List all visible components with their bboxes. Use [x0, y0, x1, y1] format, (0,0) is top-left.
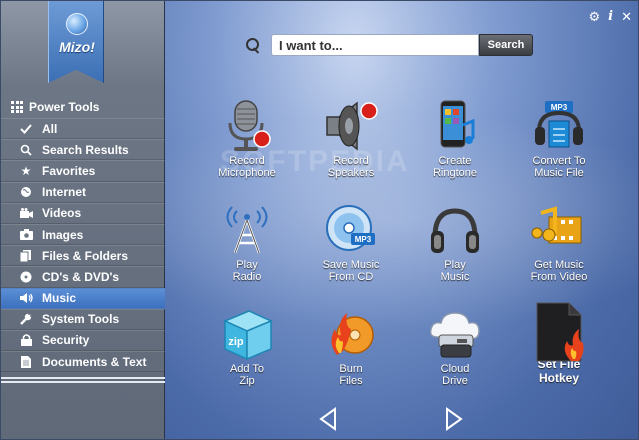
- tile-label: Save Music From CD: [322, 259, 380, 283]
- zip-box-icon: zip: [219, 307, 275, 361]
- sidebar-item-internet[interactable]: Internet: [1, 181, 165, 203]
- tile-convert-to-music-file[interactable]: MP3 Convert To Music File: [507, 99, 611, 203]
- sidebar-item-label: Files & Folders: [42, 248, 129, 263]
- tool-grid: Record Microphone Record Speakers Create…: [195, 99, 625, 411]
- tile-set-file-hotkey[interactable]: Set File Hotkey: [507, 302, 611, 411]
- sidebar-item-label: Security: [42, 333, 90, 348]
- close-icon[interactable]: ✕: [621, 9, 632, 25]
- sidebar-item-system-tools[interactable]: System Tools: [1, 308, 165, 330]
- tile-label: Record Speakers: [327, 155, 375, 179]
- main-panel: ⚙ i ✕ Search SOFTPEDIA: [165, 1, 638, 439]
- power-tools-header: Power Tools: [1, 97, 165, 117]
- tile-record-microphone[interactable]: Record Microphone: [195, 99, 299, 203]
- power-tools-label: Power Tools: [29, 100, 100, 114]
- sidebar: Mizo! Power Tools All Search Results ★ F…: [1, 1, 165, 439]
- category-nav: All Search Results ★ Favorites Internet: [1, 118, 165, 373]
- search-bar: Search: [243, 34, 533, 56]
- star-icon: ★: [20, 163, 32, 178]
- window-toolbar: ⚙ i ✕: [588, 9, 632, 25]
- info-icon[interactable]: i: [608, 9, 613, 25]
- radio-tower-icon: [219, 203, 275, 257]
- tile-get-music-from-video[interactable]: Get Music From Video: [507, 203, 611, 307]
- logo-text: Mizo!: [59, 39, 95, 55]
- next-arrow-icon[interactable]: [443, 407, 465, 431]
- tile-label: Cloud Drive: [440, 363, 470, 387]
- tile-cloud-drive[interactable]: Cloud Drive: [403, 307, 507, 411]
- tile-add-to-zip[interactable]: zip Add To Zip: [195, 307, 299, 411]
- sidebar-item-label: Internet: [42, 185, 87, 200]
- svg-text:zip: zip: [228, 336, 244, 348]
- document-icon: [18, 354, 34, 370]
- wrench-icon: [18, 311, 34, 327]
- tile-play-music[interactable]: Play Music: [403, 203, 507, 307]
- search-icon: [18, 142, 34, 158]
- sidebar-item-label: All: [42, 121, 58, 136]
- tile-label: Create Ringtone: [432, 155, 478, 179]
- search-input[interactable]: [271, 34, 479, 56]
- tile-label: Add To Zip: [229, 363, 265, 387]
- sidebar-item-label: Favorites: [42, 163, 96, 178]
- burn-disc-icon: [323, 307, 379, 361]
- mp3-convert-icon: MP3: [531, 99, 587, 153]
- speaker-icon: [323, 99, 379, 153]
- video-camera-icon: [18, 205, 34, 221]
- tile-create-ringtone[interactable]: Create Ringtone: [403, 99, 507, 203]
- music-film-icon: [531, 203, 587, 257]
- speaker-icon: [18, 290, 34, 306]
- disc-icon: [18, 269, 34, 285]
- gear-icon[interactable]: ⚙: [588, 9, 600, 25]
- sidebar-item-music[interactable]: Music: [1, 287, 165, 309]
- grid-icon: [11, 101, 23, 113]
- phone-icon: [427, 99, 483, 153]
- sidebar-item-label: CD's & DVD's: [42, 269, 120, 284]
- tile-label: Burn Files: [339, 363, 363, 387]
- sidebar-item-label: Videos: [42, 206, 82, 221]
- files-icon: [18, 248, 34, 264]
- sidebar-divider: [1, 377, 165, 383]
- tile-record-speakers[interactable]: Record Speakers: [299, 99, 403, 203]
- sidebar-item-documents-text[interactable]: Documents & Text: [1, 351, 165, 373]
- globe-logo-icon: [66, 13, 88, 35]
- tile-label: Record Microphone: [218, 155, 276, 179]
- search-icon: [243, 36, 261, 54]
- tile-play-radio[interactable]: Play Radio: [195, 203, 299, 307]
- sidebar-item-search-results[interactable]: Search Results: [1, 139, 165, 161]
- app-window: Mizo! Power Tools All Search Results ★ F…: [0, 0, 639, 440]
- svg-text:MP3: MP3: [551, 103, 568, 112]
- svg-text:MP3: MP3: [355, 235, 372, 244]
- tile-label: Convert To Music File: [532, 155, 586, 179]
- logo: Mizo!: [48, 1, 104, 83]
- sidebar-item-label: System Tools: [42, 312, 120, 327]
- sidebar-item-label: Documents & Text: [42, 354, 147, 369]
- sidebar-item-videos[interactable]: Videos: [1, 202, 165, 224]
- headphones-icon: [427, 203, 483, 257]
- cloud-drive-icon: [427, 307, 483, 361]
- sidebar-item-label: Music: [42, 291, 77, 306]
- sidebar-item-images[interactable]: Images: [1, 223, 165, 246]
- globe-icon: [18, 184, 34, 200]
- sidebar-item-security[interactable]: Security: [1, 329, 165, 352]
- check-icon: [18, 121, 34, 137]
- sidebar-item-label: Images: [42, 227, 84, 242]
- cd-mp3-icon: MP3: [323, 203, 379, 257]
- search-button[interactable]: Search: [479, 34, 533, 56]
- tile-label: Get Music From Video: [530, 259, 588, 283]
- pager: [317, 407, 465, 431]
- camera-icon: [18, 227, 34, 243]
- microphone-icon: [219, 99, 275, 153]
- tile-label: Play Music: [440, 259, 470, 283]
- file-hotkey-icon: [531, 301, 587, 363]
- tile-save-music-from-cd[interactable]: MP3 Save Music From CD: [299, 203, 403, 307]
- sidebar-item-files-folders[interactable]: Files & Folders: [1, 245, 165, 267]
- lock-icon: [18, 332, 34, 348]
- sidebar-item-cds-dvds[interactable]: CD's & DVD's: [1, 266, 165, 288]
- sidebar-item-all[interactable]: All: [1, 118, 165, 140]
- tile-burn-files[interactable]: Burn Files: [299, 307, 403, 411]
- sidebar-item-label: Search Results: [42, 142, 129, 157]
- sidebar-item-favorites[interactable]: ★ Favorites: [1, 160, 165, 182]
- tile-label: Play Radio: [232, 259, 262, 283]
- prev-arrow-icon[interactable]: [317, 407, 339, 431]
